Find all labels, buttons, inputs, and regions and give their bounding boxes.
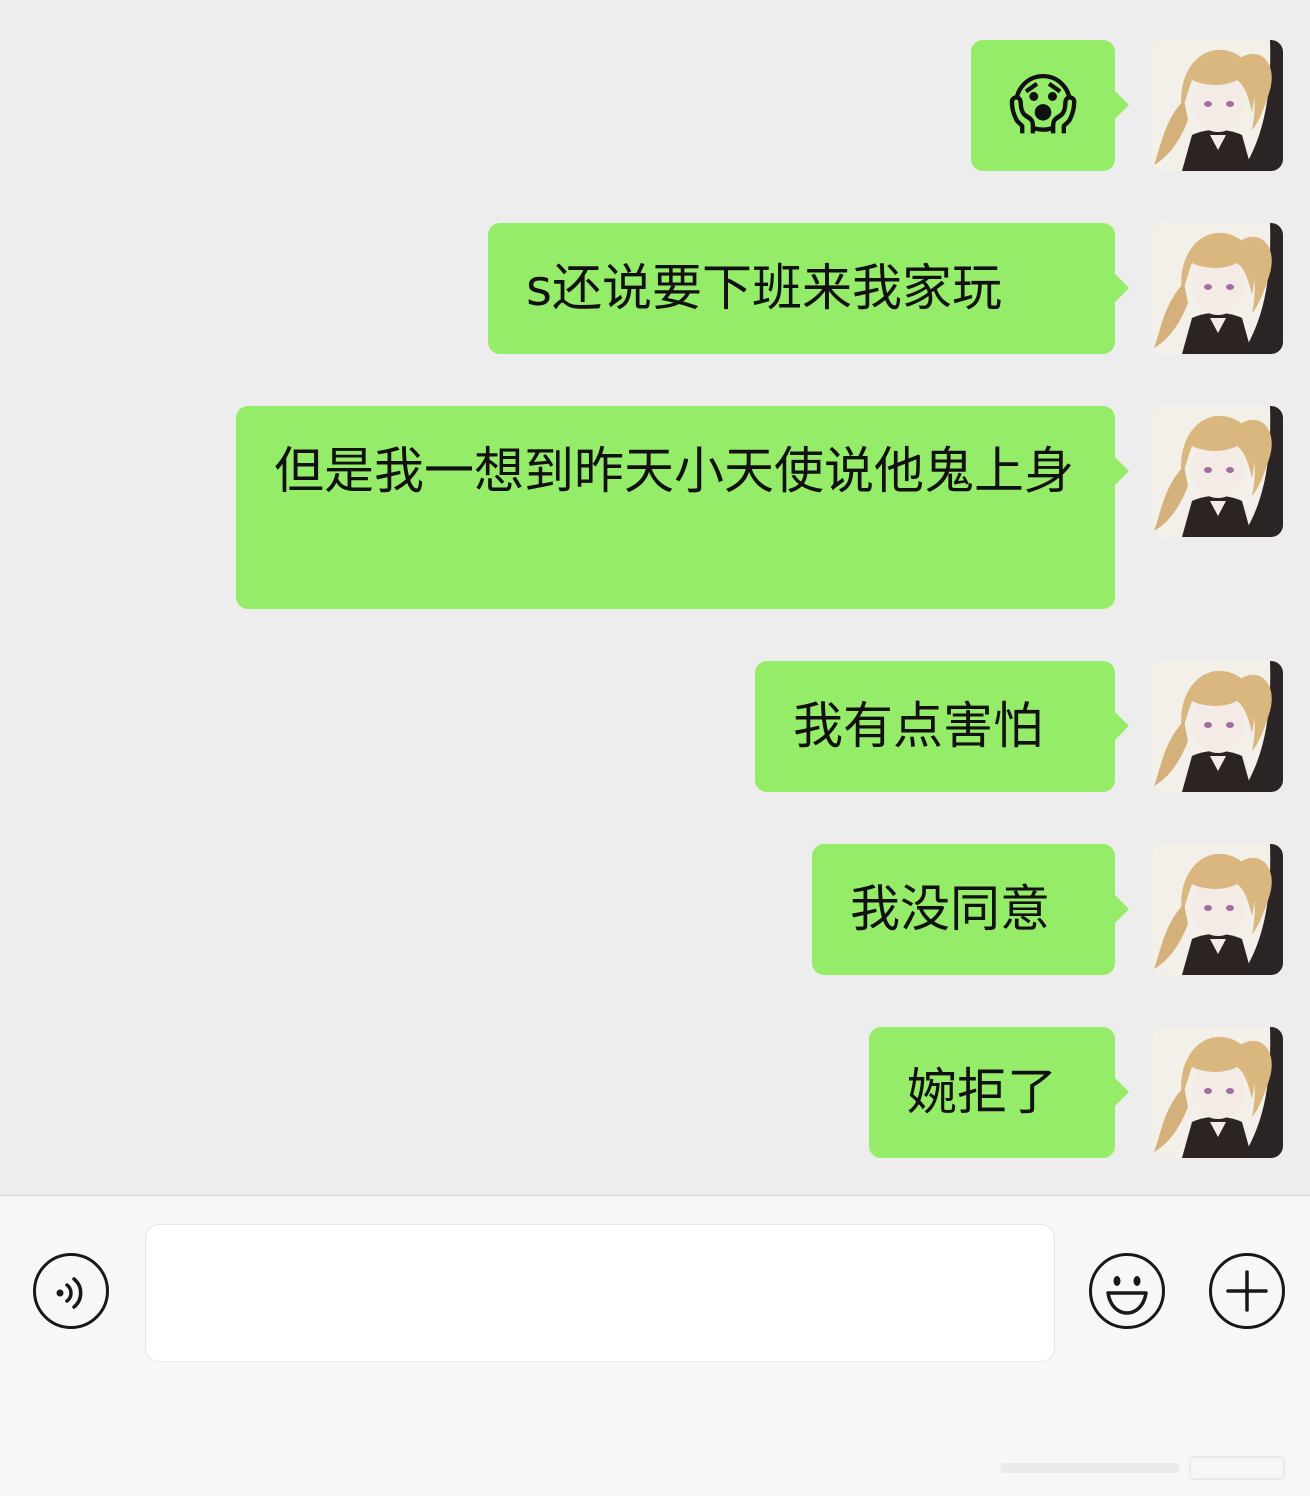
- anime-girl-avatar-icon: [1152, 1027, 1283, 1158]
- message-bubble[interactable]: 我有点害怕: [755, 661, 1129, 792]
- chat-message-list[interactable]: 😱 s还说要下班来我家玩 但是我一想到昨天小天使说他鬼上身 我有点害怕 我没同意…: [0, 0, 1310, 1195]
- voice-toggle-button[interactable]: [33, 1253, 109, 1329]
- more-actions-button[interactable]: [1209, 1253, 1285, 1329]
- anime-girl-avatar-icon: [1152, 406, 1283, 537]
- message-text: s还说要下班来我家玩: [526, 259, 1003, 317]
- chat-input-bar: [0, 1195, 1310, 1496]
- message-text: 我没同意: [850, 880, 1050, 938]
- emoji-button[interactable]: [1089, 1253, 1165, 1329]
- message-text: 但是我一想到昨天小天使说他鬼上身: [274, 442, 1074, 500]
- plus-icon: [1226, 1270, 1268, 1312]
- emoji-picker-icon: [1106, 1276, 1148, 1315]
- avatar[interactable]: [1152, 40, 1283, 171]
- message-bubble[interactable]: 婉拒了: [869, 1027, 1129, 1158]
- avatar[interactable]: [1152, 406, 1283, 537]
- avatar[interactable]: [1152, 1027, 1283, 1158]
- avatar[interactable]: [1152, 844, 1283, 975]
- message-input[interactable]: [145, 1224, 1055, 1362]
- voice-toggle-icon: [56, 1277, 83, 1309]
- anime-girl-avatar-icon: [1152, 661, 1283, 792]
- avatar[interactable]: [1152, 661, 1283, 792]
- anime-girl-avatar-icon: [1152, 40, 1283, 171]
- message-bubble[interactable]: 😱: [971, 40, 1129, 171]
- anime-girl-avatar-icon: [1152, 223, 1283, 354]
- message-text: 我有点害怕: [793, 697, 1043, 755]
- avatar[interactable]: [1152, 223, 1283, 354]
- message-bubble[interactable]: 但是我一想到昨天小天使说他鬼上身: [236, 406, 1129, 609]
- watermark-logo: [1000, 1456, 1285, 1480]
- message-text: 婉拒了: [907, 1063, 1057, 1121]
- message-bubble[interactable]: 我没同意: [812, 844, 1129, 975]
- anime-girl-avatar-icon: [1152, 844, 1283, 975]
- message-bubble[interactable]: s还说要下班来我家玩: [488, 223, 1129, 354]
- screaming-face-emoji: 😱: [1008, 66, 1078, 143]
